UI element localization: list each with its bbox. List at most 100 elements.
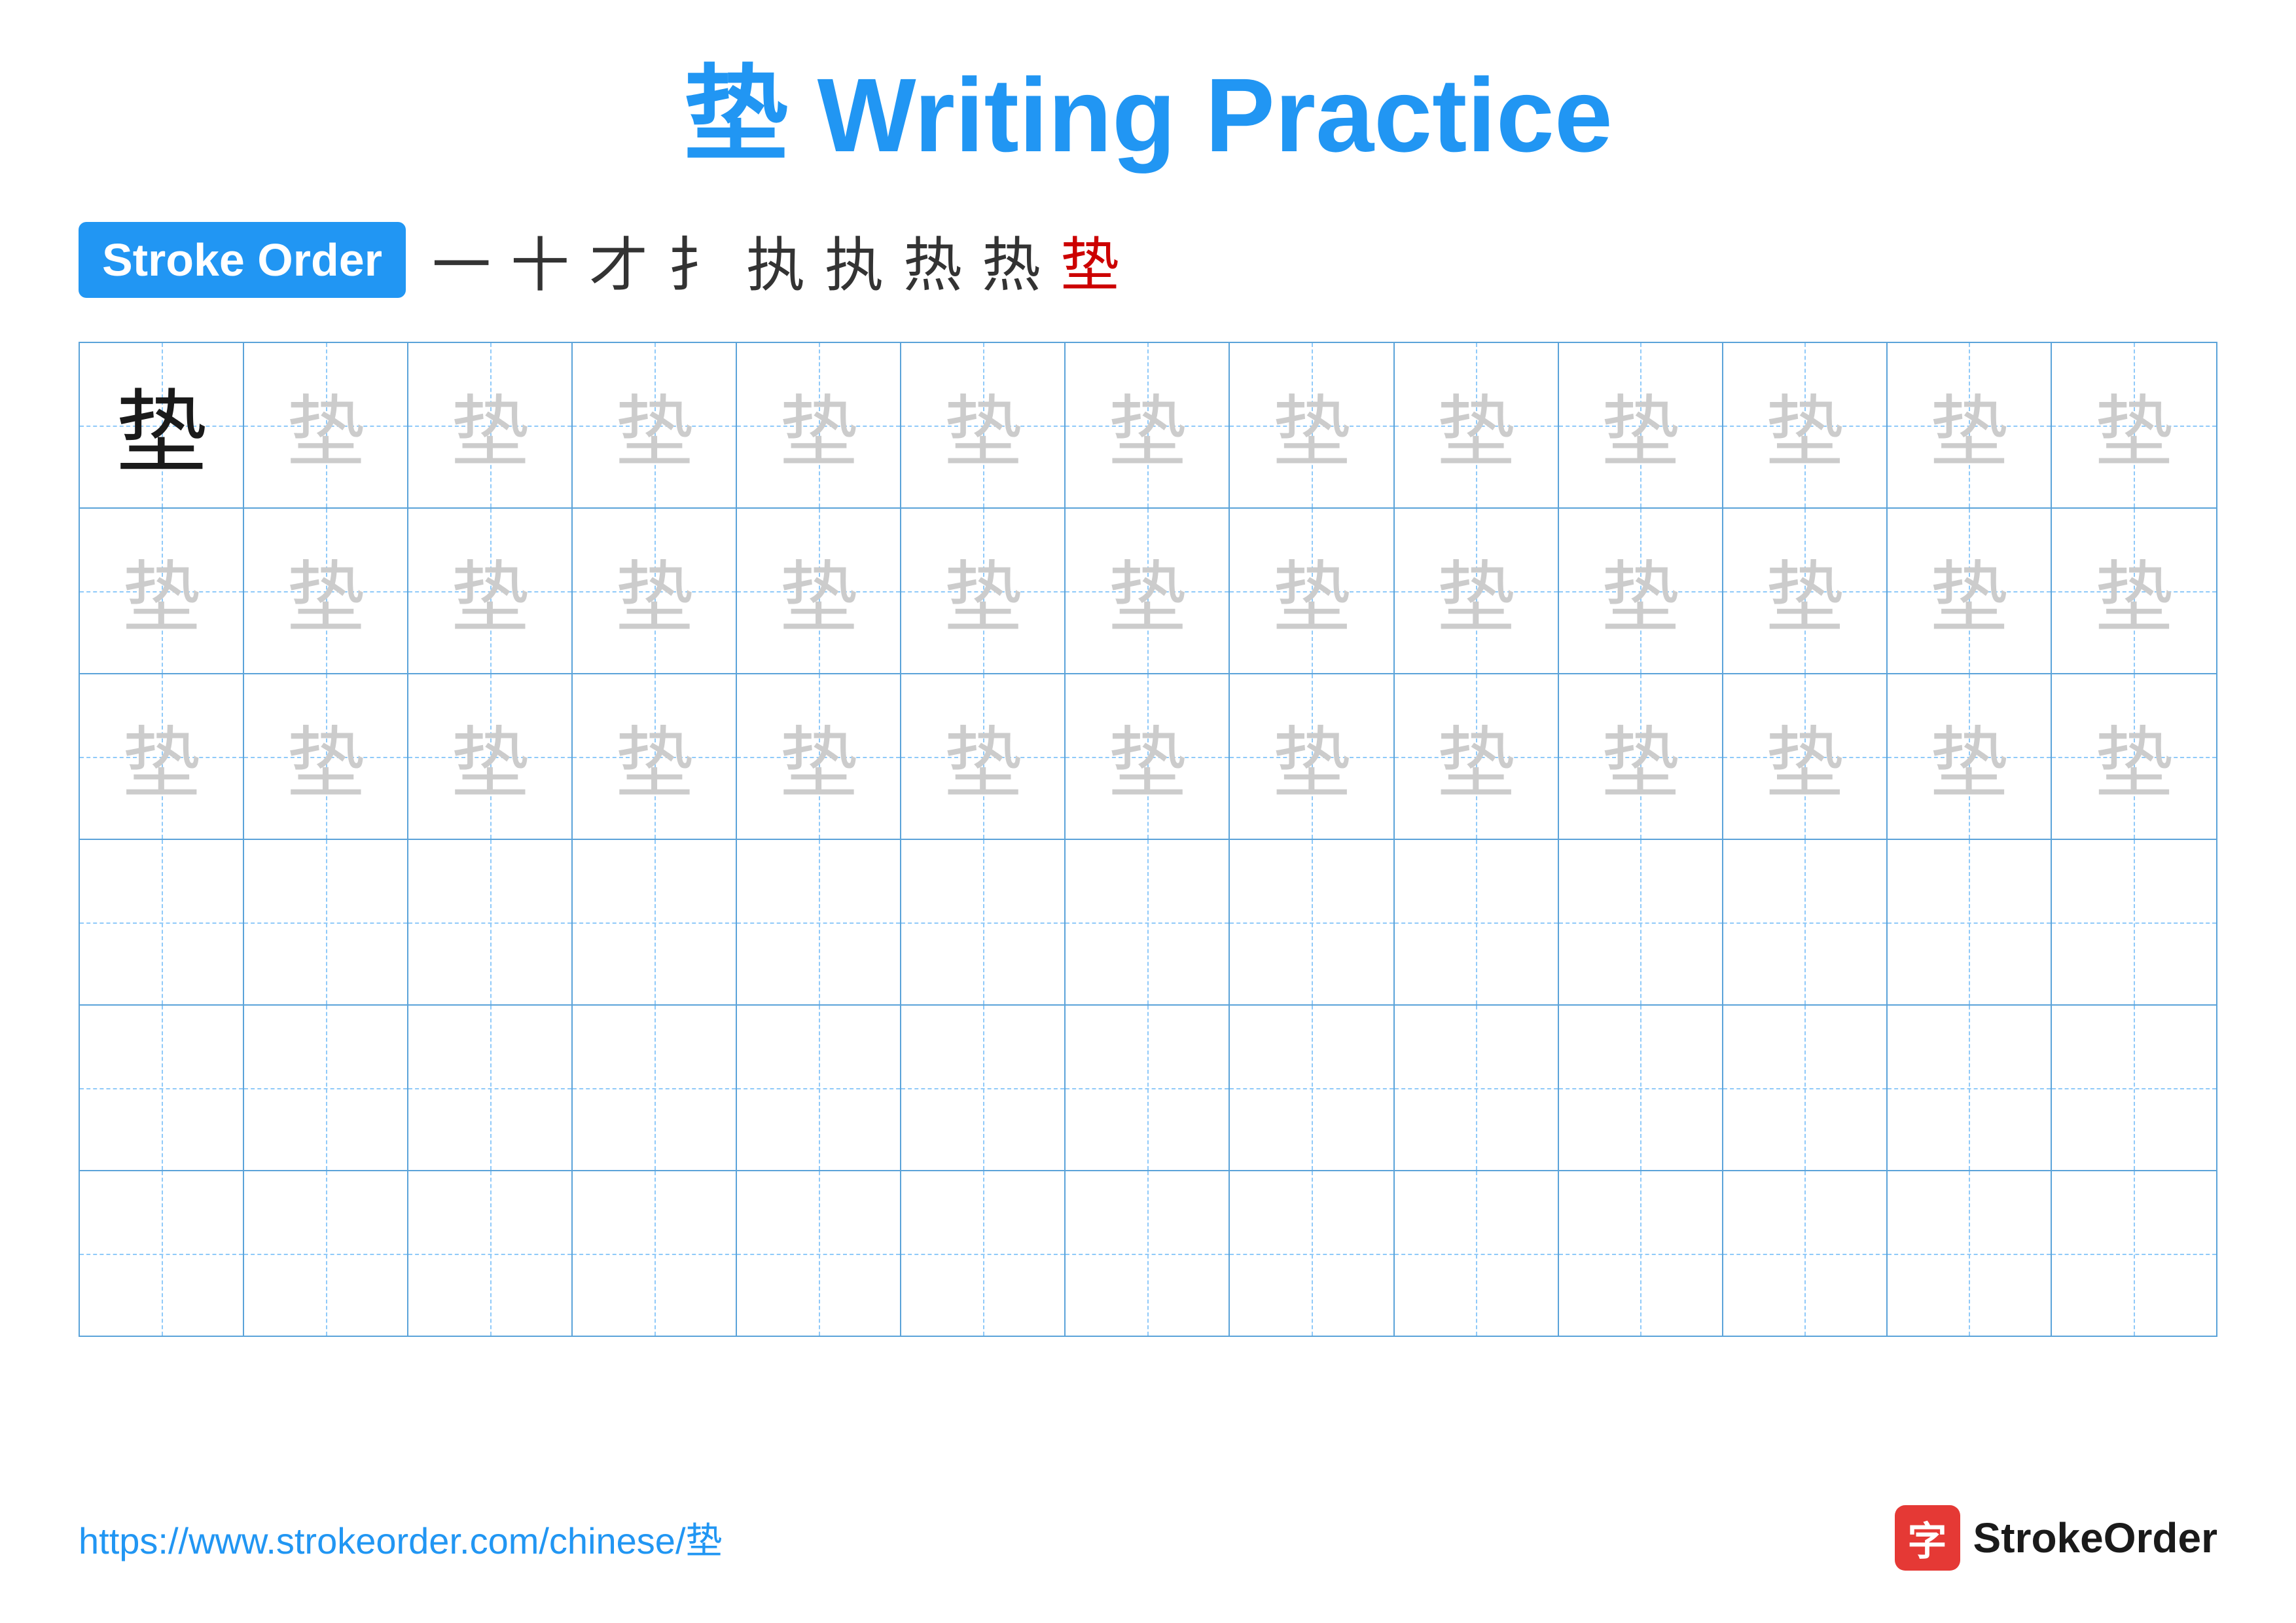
- grid-row-2: 垫 垫 垫 垫 垫 垫 垫 垫 垫 垫 垫 垫 垫: [80, 509, 2216, 674]
- grid-cell-6-12[interactable]: [1888, 1171, 2052, 1336]
- grid-cell-4-1[interactable]: [80, 840, 244, 1004]
- grid-cell-6-8[interactable]: [1230, 1171, 1394, 1336]
- grid-cell-6-4[interactable]: [573, 1171, 737, 1336]
- grid-cell-2-2[interactable]: 垫: [244, 509, 408, 673]
- grid-cell-5-1[interactable]: [80, 1006, 244, 1170]
- grid-cell-6-11[interactable]: [1723, 1171, 1888, 1336]
- grid-cell-2-5[interactable]: 垫: [737, 509, 901, 673]
- grid-cell-2-12[interactable]: 垫: [1888, 509, 2052, 673]
- grid-row-4: [80, 840, 2216, 1006]
- grid-cell-2-9[interactable]: 垫: [1395, 509, 1559, 673]
- grid-cell-6-9[interactable]: [1395, 1171, 1559, 1336]
- grid-cell-6-3[interactable]: [408, 1171, 573, 1336]
- grid-cell-4-6[interactable]: [901, 840, 1066, 1004]
- grid-cell-3-10[interactable]: 垫: [1559, 674, 1723, 839]
- page-title: 垫 Writing Practice: [79, 52, 2217, 178]
- grid-cell-1-5[interactable]: 垫: [737, 343, 901, 507]
- grid-cell-2-10[interactable]: 垫: [1559, 509, 1723, 673]
- grid-cell-2-4[interactable]: 垫: [573, 509, 737, 673]
- title-area: 垫 Writing Practice: [79, 52, 2217, 178]
- grid-cell-1-8[interactable]: 垫: [1230, 343, 1394, 507]
- grid-cell-1-11[interactable]: 垫: [1723, 343, 1888, 507]
- grid-cell-1-9[interactable]: 垫: [1395, 343, 1559, 507]
- grid-cell-4-2[interactable]: [244, 840, 408, 1004]
- stroke-9: 垫: [1060, 217, 1119, 302]
- grid-cell-3-1[interactable]: 垫: [80, 674, 244, 839]
- stroke-1: 一: [432, 217, 491, 302]
- footer-logo: 字 StrokeOrder: [1895, 1505, 2217, 1571]
- grid-cell-4-13[interactable]: [2052, 840, 2216, 1004]
- title-char: 垫: [683, 56, 788, 173]
- footer: https://www.strokeorder.com/chinese/垫 字 …: [79, 1505, 2217, 1571]
- grid-cell-6-6[interactable]: [901, 1171, 1066, 1336]
- grid-cell-3-6[interactable]: 垫: [901, 674, 1066, 839]
- grid-cell-2-11[interactable]: 垫: [1723, 509, 1888, 673]
- grid-cell-1-1[interactable]: 垫: [80, 343, 244, 507]
- stroke-6: 执: [825, 217, 884, 302]
- grid-cell-6-1[interactable]: [80, 1171, 244, 1336]
- grid-cell-2-6[interactable]: 垫: [901, 509, 1066, 673]
- grid-cell-1-6[interactable]: 垫: [901, 343, 1066, 507]
- grid-cell-1-12[interactable]: 垫: [1888, 343, 2052, 507]
- grid-cell-3-8[interactable]: 垫: [1230, 674, 1394, 839]
- grid-row-3: 垫 垫 垫 垫 垫 垫 垫 垫 垫 垫 垫 垫 垫: [80, 674, 2216, 840]
- grid-cell-2-1[interactable]: 垫: [80, 509, 244, 673]
- grid-cell-4-8[interactable]: [1230, 840, 1394, 1004]
- grid-row-1: 垫 垫 垫 垫 垫 垫 垫 垫 垫 垫 垫 垫 垫: [80, 343, 2216, 509]
- grid-cell-3-3[interactable]: 垫: [408, 674, 573, 839]
- grid-cell-5-11[interactable]: [1723, 1006, 1888, 1170]
- grid-cell-5-13[interactable]: [2052, 1006, 2216, 1170]
- grid-cell-4-3[interactable]: [408, 840, 573, 1004]
- grid-cell-4-10[interactable]: [1559, 840, 1723, 1004]
- grid-cell-1-2[interactable]: 垫: [244, 343, 408, 507]
- grid-cell-3-12[interactable]: 垫: [1888, 674, 2052, 839]
- grid-cell-6-5[interactable]: [737, 1171, 901, 1336]
- stroke-8: 热: [982, 217, 1041, 302]
- grid-cell-1-7[interactable]: 垫: [1066, 343, 1230, 507]
- grid-cell-5-9[interactable]: [1395, 1006, 1559, 1170]
- grid-cell-3-13[interactable]: 垫: [2052, 674, 2216, 839]
- grid-cell-5-4[interactable]: [573, 1006, 737, 1170]
- grid-cell-3-4[interactable]: 垫: [573, 674, 737, 839]
- grid-cell-6-13[interactable]: [2052, 1171, 2216, 1336]
- grid-cell-3-7[interactable]: 垫: [1066, 674, 1230, 839]
- footer-url-link[interactable]: https://www.strokeorder.com/chinese/垫: [79, 1512, 723, 1565]
- grid-cell-4-12[interactable]: [1888, 840, 2052, 1004]
- stroke-order-area: Stroke Order 一 十 才 扌 执 执 热 热 垫: [79, 217, 2217, 302]
- stroke-7: 热: [903, 217, 962, 302]
- grid-cell-5-8[interactable]: [1230, 1006, 1394, 1170]
- grid-cell-2-8[interactable]: 垫: [1230, 509, 1394, 673]
- stroke-5: 执: [746, 217, 805, 302]
- grid-cell-2-7[interactable]: 垫: [1066, 509, 1230, 673]
- stroke-4: 扌: [668, 217, 726, 302]
- grid-cell-5-6[interactable]: [901, 1006, 1066, 1170]
- grid-cell-2-13[interactable]: 垫: [2052, 509, 2216, 673]
- grid-cell-4-11[interactable]: [1723, 840, 1888, 1004]
- grid-cell-5-5[interactable]: [737, 1006, 901, 1170]
- grid-cell-3-2[interactable]: 垫: [244, 674, 408, 839]
- grid-cell-6-2[interactable]: [244, 1171, 408, 1336]
- grid-cell-3-11[interactable]: 垫: [1723, 674, 1888, 839]
- grid-cell-1-10[interactable]: 垫: [1559, 343, 1723, 507]
- logo-icon: 字: [1895, 1505, 1960, 1571]
- grid-cell-4-5[interactable]: [737, 840, 901, 1004]
- grid-cell-6-10[interactable]: [1559, 1171, 1723, 1336]
- grid-cell-4-4[interactable]: [573, 840, 737, 1004]
- grid-cell-4-9[interactable]: [1395, 840, 1559, 1004]
- grid-cell-5-10[interactable]: [1559, 1006, 1723, 1170]
- grid-cell-2-3[interactable]: 垫: [408, 509, 573, 673]
- stroke-3: 才: [589, 217, 648, 302]
- stroke-sequence: 一 十 才 扌 执 执 热 热 垫: [432, 217, 1119, 302]
- grid-cell-3-9[interactable]: 垫: [1395, 674, 1559, 839]
- grid-cell-3-5[interactable]: 垫: [737, 674, 901, 839]
- grid-cell-4-7[interactable]: [1066, 840, 1230, 1004]
- grid-cell-1-3[interactable]: 垫: [408, 343, 573, 507]
- grid-cell-6-7[interactable]: [1066, 1171, 1230, 1336]
- grid-cell-1-4[interactable]: 垫: [573, 343, 737, 507]
- grid-cell-5-7[interactable]: [1066, 1006, 1230, 1170]
- grid-cell-1-13[interactable]: 垫: [2052, 343, 2216, 507]
- grid-cell-5-3[interactable]: [408, 1006, 573, 1170]
- grid-cell-5-12[interactable]: [1888, 1006, 2052, 1170]
- stroke-order-badge: Stroke Order: [79, 222, 406, 298]
- grid-cell-5-2[interactable]: [244, 1006, 408, 1170]
